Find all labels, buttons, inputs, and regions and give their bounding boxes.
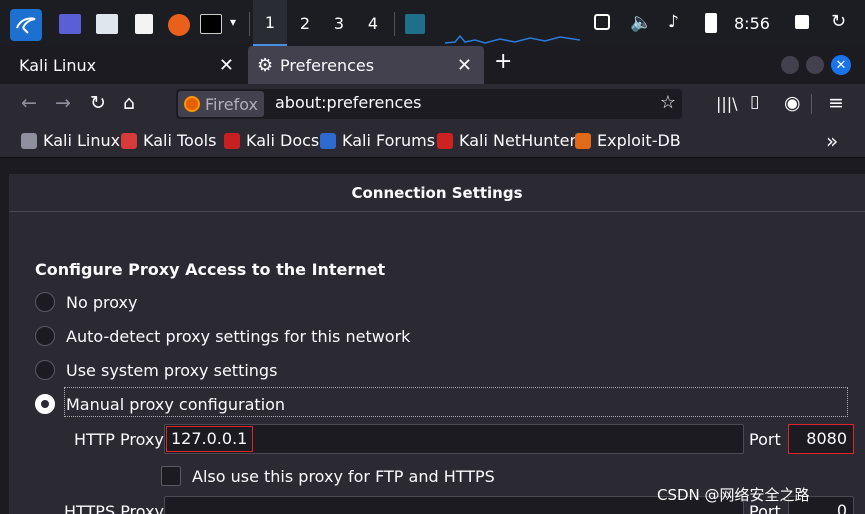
lock-icon[interactable]	[795, 15, 809, 29]
identity-box[interactable]: Firefox	[178, 91, 264, 117]
kali-menu-icon[interactable]	[10, 9, 42, 41]
exploit-db-icon	[575, 132, 591, 149]
monitor-graph-icon	[445, 34, 580, 44]
tab-kali-linux[interactable]: Kali Linux ✕	[10, 46, 246, 84]
system-panel: ▾ 1 2 3 4 🔈 ♪ 8:56 ↻	[0, 0, 865, 46]
forward-icon[interactable]: →	[55, 92, 71, 114]
bookmark-label: Kali Docs	[246, 131, 320, 150]
radio-auto-detect[interactable]	[35, 326, 55, 346]
bookmark-label: Kali Tools	[143, 131, 217, 150]
bell-icon[interactable]: ♪	[668, 12, 679, 32]
gear-icon: ⚙	[257, 55, 274, 76]
navigation-bar: ← → ↻ ⌂ Firefox about:preferences ☆ |||\…	[0, 84, 865, 124]
clock[interactable]: 8:56	[734, 14, 770, 33]
back-icon[interactable]: ←	[21, 92, 37, 114]
kali-nethunter-icon	[437, 132, 453, 149]
desktop-icon[interactable]	[59, 14, 81, 34]
terminal-icon[interactable]	[200, 14, 222, 34]
tab-label: Kali Linux	[19, 55, 97, 75]
url-bar[interactable]: Firefox about:preferences ☆	[176, 89, 682, 119]
file-manager-icon[interactable]	[96, 14, 118, 34]
page-content: Connection Settings Configure Proxy Acce…	[0, 158, 865, 514]
workspace-1[interactable]: 1	[253, 0, 287, 46]
screen-icon[interactable]	[594, 14, 610, 30]
new-tab-button[interactable]: +	[494, 49, 512, 74]
bookmark-label: Kali Forums	[342, 131, 436, 150]
kali-icon	[21, 132, 37, 149]
sidebar-icon[interactable]: ▯	[750, 92, 759, 112]
minimize-button[interactable]	[781, 56, 799, 74]
bookmark-kali-tools[interactable]: Kali Tools	[121, 131, 216, 150]
bookmark-kali-forums[interactable]: Kali Forums	[320, 131, 435, 150]
reload-icon[interactable]: ↻	[90, 92, 106, 114]
also-use-proxy-label[interactable]: Also use this proxy for FTP and HTTPS	[192, 467, 495, 486]
firefox-icon	[184, 96, 200, 112]
proxy-heading: Configure Proxy Access to the Internet	[35, 260, 386, 279]
home-icon[interactable]: ⌂	[123, 92, 135, 114]
connection-settings-dialog: Connection Settings Configure Proxy Acce…	[9, 174, 865, 514]
bookmark-label: Exploit-DB	[597, 131, 681, 150]
app-window-icon[interactable]	[405, 14, 425, 34]
close-tab-icon[interactable]: ✕	[219, 55, 234, 76]
workspace-2[interactable]: 2	[288, 0, 322, 46]
kali-docs-icon	[224, 132, 240, 149]
url-text[interactable]: about:preferences	[275, 93, 421, 112]
bookmarks-bar: Kali Linux Kali Tools Kali Docs Kali For…	[0, 124, 865, 158]
battery-icon[interactable]	[705, 13, 717, 33]
kali-tools-icon	[121, 132, 137, 149]
identity-label: Firefox	[205, 94, 258, 114]
watermark: CSDN @网络安全之路	[657, 486, 810, 504]
https-proxy-label: HTTPS Proxy	[64, 502, 165, 514]
also-use-proxy-checkbox[interactable]	[161, 466, 181, 486]
port-label: Port	[749, 430, 781, 449]
more-bookmarks-icon[interactable]: »	[826, 129, 838, 153]
radio-label-system-proxy[interactable]: Use system proxy settings	[66, 361, 277, 380]
radio-system-proxy[interactable]	[35, 360, 55, 380]
dialog-title: Connection Settings	[9, 174, 865, 212]
radio-no-proxy[interactable]	[35, 292, 55, 312]
chevron-down-icon[interactable]: ▾	[230, 15, 236, 29]
text-editor-icon[interactable]	[135, 14, 153, 34]
power-icon[interactable]: ↻	[831, 11, 846, 32]
bookmark-star-icon[interactable]: ☆	[660, 92, 676, 113]
http-proxy-label: HTTP Proxy	[74, 430, 164, 449]
workspace-4[interactable]: 4	[356, 0, 390, 46]
kali-forums-icon	[320, 132, 336, 149]
tab-strip: Kali Linux ✕ ⚙ Preferences ✕	[0, 46, 865, 84]
bookmark-label: Kali Linux	[43, 131, 121, 150]
bookmark-kali-docs[interactable]: Kali Docs	[224, 131, 319, 150]
close-window-button[interactable]: ✕	[831, 55, 851, 75]
menu-icon[interactable]: ≡	[828, 92, 844, 114]
library-icon[interactable]: |||\	[716, 94, 738, 113]
bookmark-kali-linux[interactable]: Kali Linux	[21, 131, 120, 150]
radio-label-no-proxy[interactable]: No proxy	[66, 293, 137, 312]
workspace-3[interactable]: 3	[322, 0, 356, 46]
volume-icon[interactable]: 🔈	[630, 12, 652, 33]
radio-label-auto-detect[interactable]: Auto-detect proxy settings for this netw…	[66, 327, 410, 346]
http-proxy-highlight	[166, 426, 253, 452]
tab-label: Preferences	[280, 55, 375, 75]
bookmark-exploit-db[interactable]: Exploit-DB	[575, 131, 681, 150]
firefox-icon[interactable]	[168, 14, 190, 36]
maximize-button[interactable]	[806, 56, 824, 74]
radio-label-manual-proxy[interactable]: Manual proxy configuration	[66, 395, 285, 414]
port-highlight	[788, 424, 854, 454]
close-tab-icon[interactable]: ✕	[457, 55, 472, 76]
tab-preferences[interactable]: ⚙ Preferences ✕	[248, 46, 484, 84]
bookmark-kali-nethunter[interactable]: Kali NetHunter	[437, 131, 576, 150]
account-icon[interactable]: ◉	[784, 92, 801, 114]
radio-manual-proxy[interactable]	[35, 394, 55, 414]
bookmark-label: Kali NetHunter	[459, 131, 577, 150]
